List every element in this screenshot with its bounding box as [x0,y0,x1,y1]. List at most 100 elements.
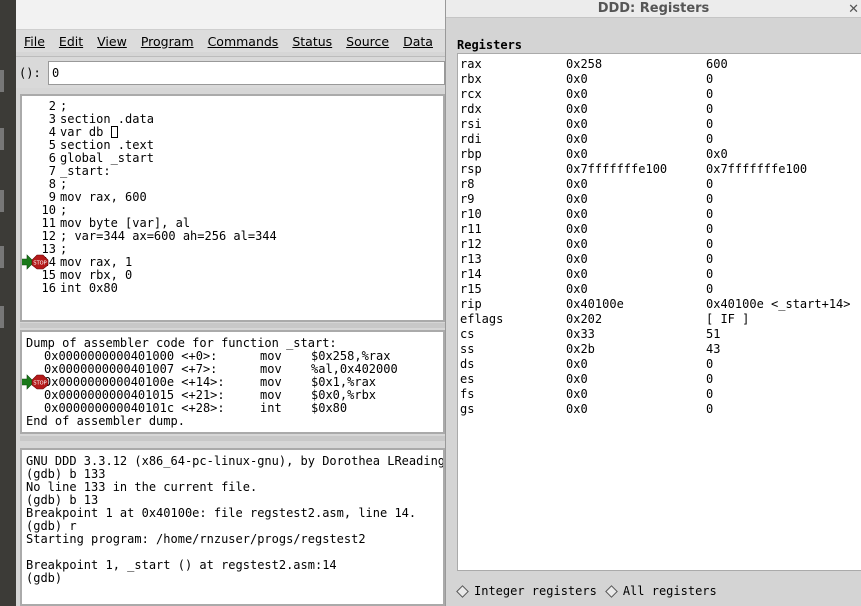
register-row[interactable]: ss 0x2b 43 [460,342,860,357]
register-row[interactable]: rbx 0x0 0 [460,72,860,87]
menubar: File Edit View Program Commands Status S… [16,30,445,52]
argument-input[interactable]: 0 [48,61,445,85]
argument-label: (): [19,66,41,80]
pane-sash[interactable] [20,436,445,441]
register-value: 0 [706,192,714,206]
register-name: r8 [460,177,475,191]
register-name: r12 [460,237,482,251]
integer-registers-radio[interactable]: Integer registers [456,584,597,598]
register-row[interactable]: rcx 0x0 0 [460,87,860,102]
execution-arrow-icon: STOP [22,374,49,390]
source-code: mov rax, 600 [60,190,147,204]
register-row[interactable]: r9 0x0 0 [460,192,860,207]
source-code: ; var=344 ax=600 ah=256 al=344 [60,229,277,243]
register-row[interactable]: rax 0x258 600 [460,57,860,72]
menu-data[interactable]: Data [403,34,433,49]
register-row[interactable]: rip 0x40100e 0x40100e <_start+14> [460,297,860,312]
register-hex: 0x0 [566,177,588,191]
register-row[interactable]: rdx 0x0 0 [460,102,860,117]
register-hex: 0x40100e [566,297,624,311]
window-titlebar [16,0,445,30]
menu-commands[interactable]: Commands [208,34,279,49]
register-value: 0x40100e <_start+14> [706,297,851,311]
all-registers-label: All registers [622,584,717,598]
line-number: 16 [41,281,56,295]
menu-edit[interactable]: Edit [59,34,83,49]
launcher-marker [0,128,4,150]
menu-file[interactable]: File [24,34,45,49]
register-value: 600 [706,57,728,71]
register-name: r11 [460,222,482,236]
register-row[interactable]: rbp 0x0 0x0 [460,147,860,162]
register-row[interactable]: r11 0x0 0 [460,222,860,237]
all-registers-radio[interactable]: All registers [604,584,717,598]
menu-view[interactable]: View [97,34,127,49]
register-hex: 0x258 [566,57,603,71]
register-value: 0x7fffffffe100 [706,162,808,176]
register-value: 0 [706,252,714,266]
execution-arrow-icon: STOP [22,254,49,270]
register-row[interactable]: r14 0x0 0 [460,267,860,282]
asm-operands: $0x80 [311,401,348,415]
register-row[interactable]: ds 0x0 0 [460,357,860,372]
assembler-pane[interactable]: Dump of assembler code for function _sta… [20,330,445,434]
register-name: r9 [460,192,475,206]
registers-list[interactable]: rax 0x258 600 rbx 0x0 0 rcx 0x0 0 rdx 0x0 0 rsi 0x0 0 r… [457,53,861,571]
register-row[interactable]: fs 0x0 0 [460,387,860,402]
close-icon[interactable]: ✕ [848,2,859,17]
menu-program[interactable]: Program [141,34,194,49]
pane-sash[interactable] [20,323,445,328]
source-line[interactable]: 9 mov rax, 600 [22,191,147,204]
register-row[interactable]: r15 0x0 0 [460,282,860,297]
register-row[interactable]: es 0x0 0 [460,372,860,387]
register-hex: 0x0 [566,87,588,101]
register-name: r15 [460,282,482,296]
console-line: (gdb) [26,571,70,585]
source-pane[interactable]: 2; 3 section .data 4 var db 5 section .text 6 g… [20,94,445,322]
register-name: rsi [460,117,482,131]
register-row[interactable]: cs 0x33 51 [460,327,860,342]
register-value: 0 [706,267,714,281]
register-row[interactable]: r10 0x0 0 [460,207,860,222]
launcher-marker [0,306,4,328]
register-name: rax [460,57,482,71]
register-value: 0 [706,72,714,86]
asm-operands: $0x258,%rax [311,349,391,363]
register-hex: 0x0 [566,132,588,146]
asm-opcode: int [260,401,282,415]
register-row[interactable]: r8 0x0 0 [460,177,860,192]
register-name: cs [460,327,475,341]
register-row[interactable]: gs 0x0 0 [460,402,860,417]
register-value: 0x0 [706,147,728,161]
menu-status[interactable]: Status [292,34,332,49]
register-name: gs [460,402,475,416]
register-name: ss [460,342,475,356]
register-value: 51 [706,327,721,341]
register-row[interactable]: rdi 0x0 0 [460,132,860,147]
register-name: es [460,372,475,386]
register-row[interactable]: r12 0x0 0 [460,237,860,252]
register-value: 43 [706,342,721,356]
registers-window-title: DDD: Registers [446,0,861,18]
register-name: ds [460,357,475,371]
asm-operands: $0x1,%rax [311,375,377,389]
register-name: r13 [460,252,482,266]
register-value: 0 [706,222,714,236]
register-name: rcx [460,87,482,101]
source-code: _start: [60,164,111,178]
register-row[interactable]: r13 0x0 0 [460,252,860,267]
source-line[interactable]: 16 int 0x80 [22,282,118,295]
register-hex: 0x33 [566,327,595,341]
console-line: Starting program: /home/rnzuser/progs/re… [26,532,366,546]
register-row[interactable]: eflags 0x202 [ IF ] [460,312,860,327]
register-row[interactable]: rsp 0x7fffffffe100 0x7fffffffe100 [460,162,860,177]
launcher-strip [0,0,16,606]
register-row[interactable]: rsi 0x0 0 [460,117,860,132]
radio-diamond-icon [604,584,618,598]
integer-registers-label: Integer registers [474,584,597,598]
menu-source[interactable]: Source [346,34,389,49]
register-name: rdi [460,132,482,146]
register-name: rsp [460,162,482,176]
svg-text:STOP: STOP [33,261,46,267]
gdb-console[interactable]: GNU DDD 3.3.12 (x86_64-pc-linux-gnu), by… [20,448,445,606]
